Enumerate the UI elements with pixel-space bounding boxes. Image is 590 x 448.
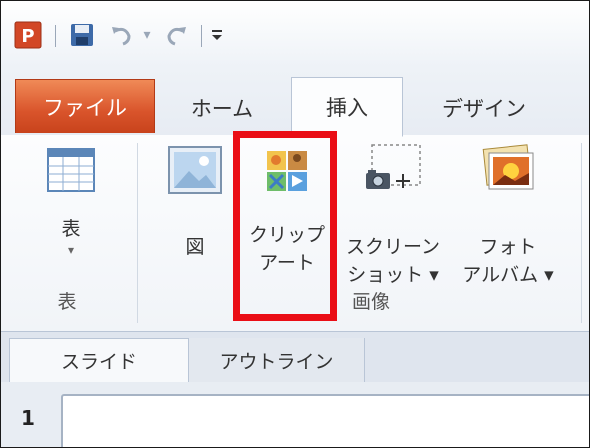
screenshot-label-line2: ショット ▾ (347, 264, 439, 286)
table-button-label: 表 (61, 218, 81, 240)
picture-button-label: 図 (185, 236, 205, 258)
photo-album-label-line1: フォト (479, 236, 537, 258)
qat-separator (55, 25, 56, 47)
table-button[interactable]: 表 ▾ (31, 147, 111, 257)
tab-design[interactable]: デザイン (419, 81, 549, 135)
screenshot-button[interactable]: スクリーン ショット ▾ (337, 143, 449, 289)
undo-icon[interactable] (107, 21, 137, 49)
slide-number: 1 (21, 406, 35, 430)
tab-file[interactable]: ファイル (15, 79, 155, 133)
svg-text:P: P (21, 26, 34, 47)
redo-icon[interactable] (161, 21, 191, 49)
screenshot-label-line1: スクリーン (345, 236, 441, 258)
powerpoint-window: P ▾ ファイル ホーム 挿入 デザイン 表 ▾ 表 図 クリップ アート スク… (0, 0, 590, 448)
powerpoint-logo-icon[interactable]: P (13, 21, 43, 49)
tables-group: 表 ▾ 表 (1, 135, 133, 331)
ribbon-tab-bar: ファイル ホーム 挿入 デザイン (1, 67, 589, 137)
group-separator (581, 143, 582, 323)
clipart-highlight-box (233, 131, 337, 321)
tables-group-label: 表 (57, 291, 77, 313)
chevron-down-icon: ▾ (67, 243, 75, 257)
undo-dropdown-icon[interactable]: ▾ (139, 21, 155, 49)
photo-album-label-line2: アルバム ▾ (462, 264, 554, 286)
tab-home[interactable]: ホーム (169, 81, 275, 135)
picture-button[interactable]: 図 (155, 143, 235, 261)
slides-outline-tab-bar: スライド アウトライン (1, 332, 589, 383)
screenshot-icon (366, 144, 421, 189)
images-group: 図 クリップ アート スクリーン ショット ▾ フォト アルバム ▾ 画像 (141, 135, 579, 331)
photo-album-button[interactable]: フォト アルバム ▾ (449, 143, 567, 289)
picture-icon (168, 146, 222, 194)
slide-thumbnail-pane: 1 (1, 382, 589, 447)
tab-insert[interactable]: 挿入 (291, 77, 403, 137)
qat-separator (201, 25, 202, 47)
quick-access-toolbar: P ▾ (1, 1, 589, 67)
photo-album-icon (482, 144, 534, 190)
table-icon (47, 148, 95, 192)
group-separator (137, 143, 138, 323)
tab-slides[interactable]: スライド (9, 338, 189, 382)
save-icon[interactable] (67, 21, 97, 49)
tab-outline[interactable]: アウトライン (189, 338, 365, 382)
slide-thumbnail[interactable] (61, 394, 589, 447)
customize-qat-icon[interactable] (207, 21, 227, 49)
